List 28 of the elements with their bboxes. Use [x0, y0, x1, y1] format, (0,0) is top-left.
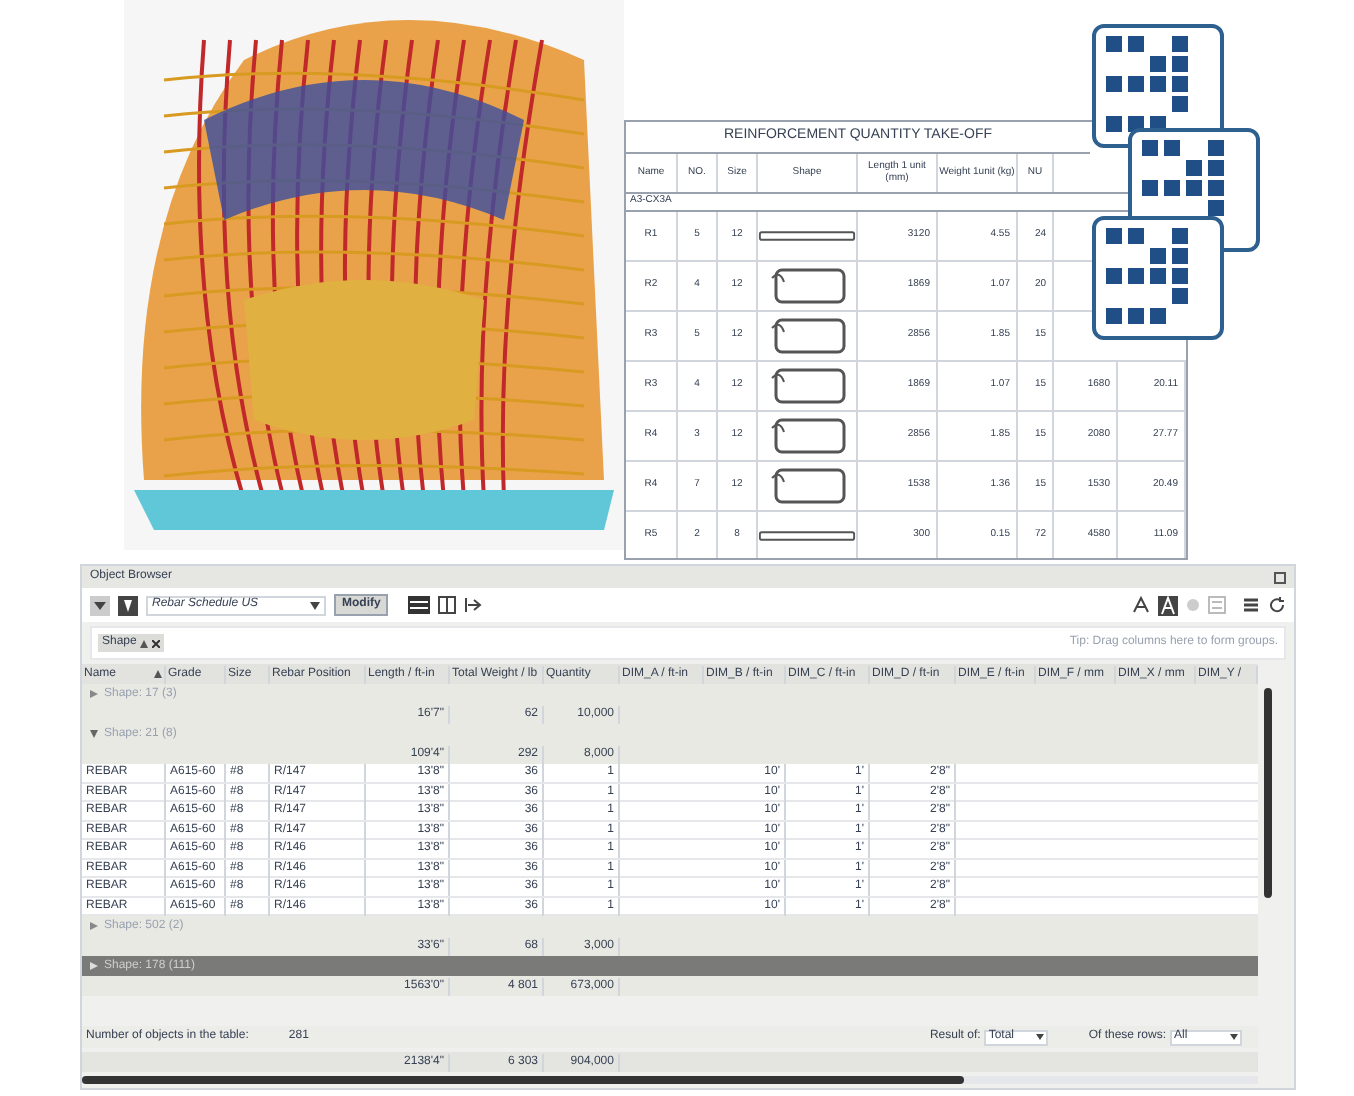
highlight-icon[interactable] — [1158, 595, 1178, 615]
stirrup-icon — [767, 315, 847, 355]
straight-bar-icon — [758, 527, 856, 543]
expand-icon[interactable] — [90, 690, 98, 698]
restore-icon[interactable] — [1274, 571, 1286, 583]
text-style-icon[interactable] — [1132, 596, 1150, 614]
caret-icon — [310, 601, 320, 609]
table-view-icon[interactable] — [408, 596, 431, 614]
sort-ascending-icon — [154, 670, 162, 678]
straight-bar-icon — [758, 227, 856, 243]
menu-icon[interactable] — [1242, 596, 1260, 614]
export-icon[interactable] — [464, 596, 483, 614]
stirrup-icon — [767, 265, 847, 305]
close-icon[interactable] — [152, 639, 161, 647]
stirrup-icon — [767, 465, 847, 505]
stirrup-icon — [767, 415, 847, 455]
columns-icon[interactable] — [438, 596, 457, 614]
horizontal-scrollbar[interactable] — [82, 1076, 1258, 1084]
stirrup-icon — [767, 365, 847, 405]
expand-icon[interactable] — [90, 922, 98, 930]
vertical-scrollbar[interactable] — [1264, 688, 1272, 898]
sort-ascending-icon — [140, 639, 149, 647]
collapse-icon[interactable] — [90, 730, 98, 738]
caret-icon — [1036, 1034, 1045, 1040]
caret-icon — [1230, 1034, 1238, 1040]
expand-icon[interactable] — [90, 962, 98, 970]
refresh-icon[interactable] — [1268, 596, 1286, 614]
down-arrow-icon[interactable] — [90, 595, 110, 615]
